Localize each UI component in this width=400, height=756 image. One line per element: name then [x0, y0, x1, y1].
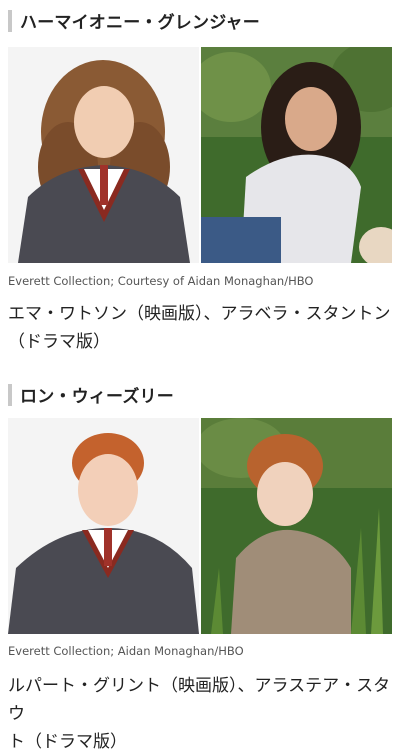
section-title: ハーマイオニー・グレンジャー — [20, 13, 260, 33]
photo-pair — [8, 47, 392, 263]
photo-movie-actor — [8, 418, 199, 634]
caption-line: （ドラマ版） — [8, 332, 110, 352]
heading-accent-bar — [8, 9, 12, 32]
heading-accent-bar — [8, 383, 12, 406]
section-heading: ハーマイオニー・グレンジャー — [8, 8, 260, 33]
photo-pair — [8, 418, 392, 634]
photo-tv-actor — [201, 418, 392, 634]
photo-credit: Everett Collection; Aidan Monaghan/HBO — [8, 644, 244, 658]
photo-caption: ルパート・グリント（映画版）、アラステア・スタウ ト（ドラマ版） — [8, 672, 396, 756]
section-title: ロン・ウィーズリー — [20, 387, 174, 407]
photo-caption: エマ・ワトソン（映画版）、アラベラ・スタントン （ドラマ版） — [8, 300, 396, 356]
photo-tv-actor — [201, 47, 392, 263]
photo-movie-actor — [8, 47, 199, 263]
photo-credit: Everett Collection; Courtesy of Aidan Mo… — [8, 274, 314, 288]
caption-line: ト（ドラマ版） — [8, 732, 127, 752]
section-heading: ロン・ウィーズリー — [8, 382, 174, 407]
caption-line: エマ・ワトソン（映画版）、アラベラ・スタントン — [8, 304, 391, 324]
caption-line: ルパート・グリント（映画版）、アラステア・スタウ — [8, 676, 391, 724]
